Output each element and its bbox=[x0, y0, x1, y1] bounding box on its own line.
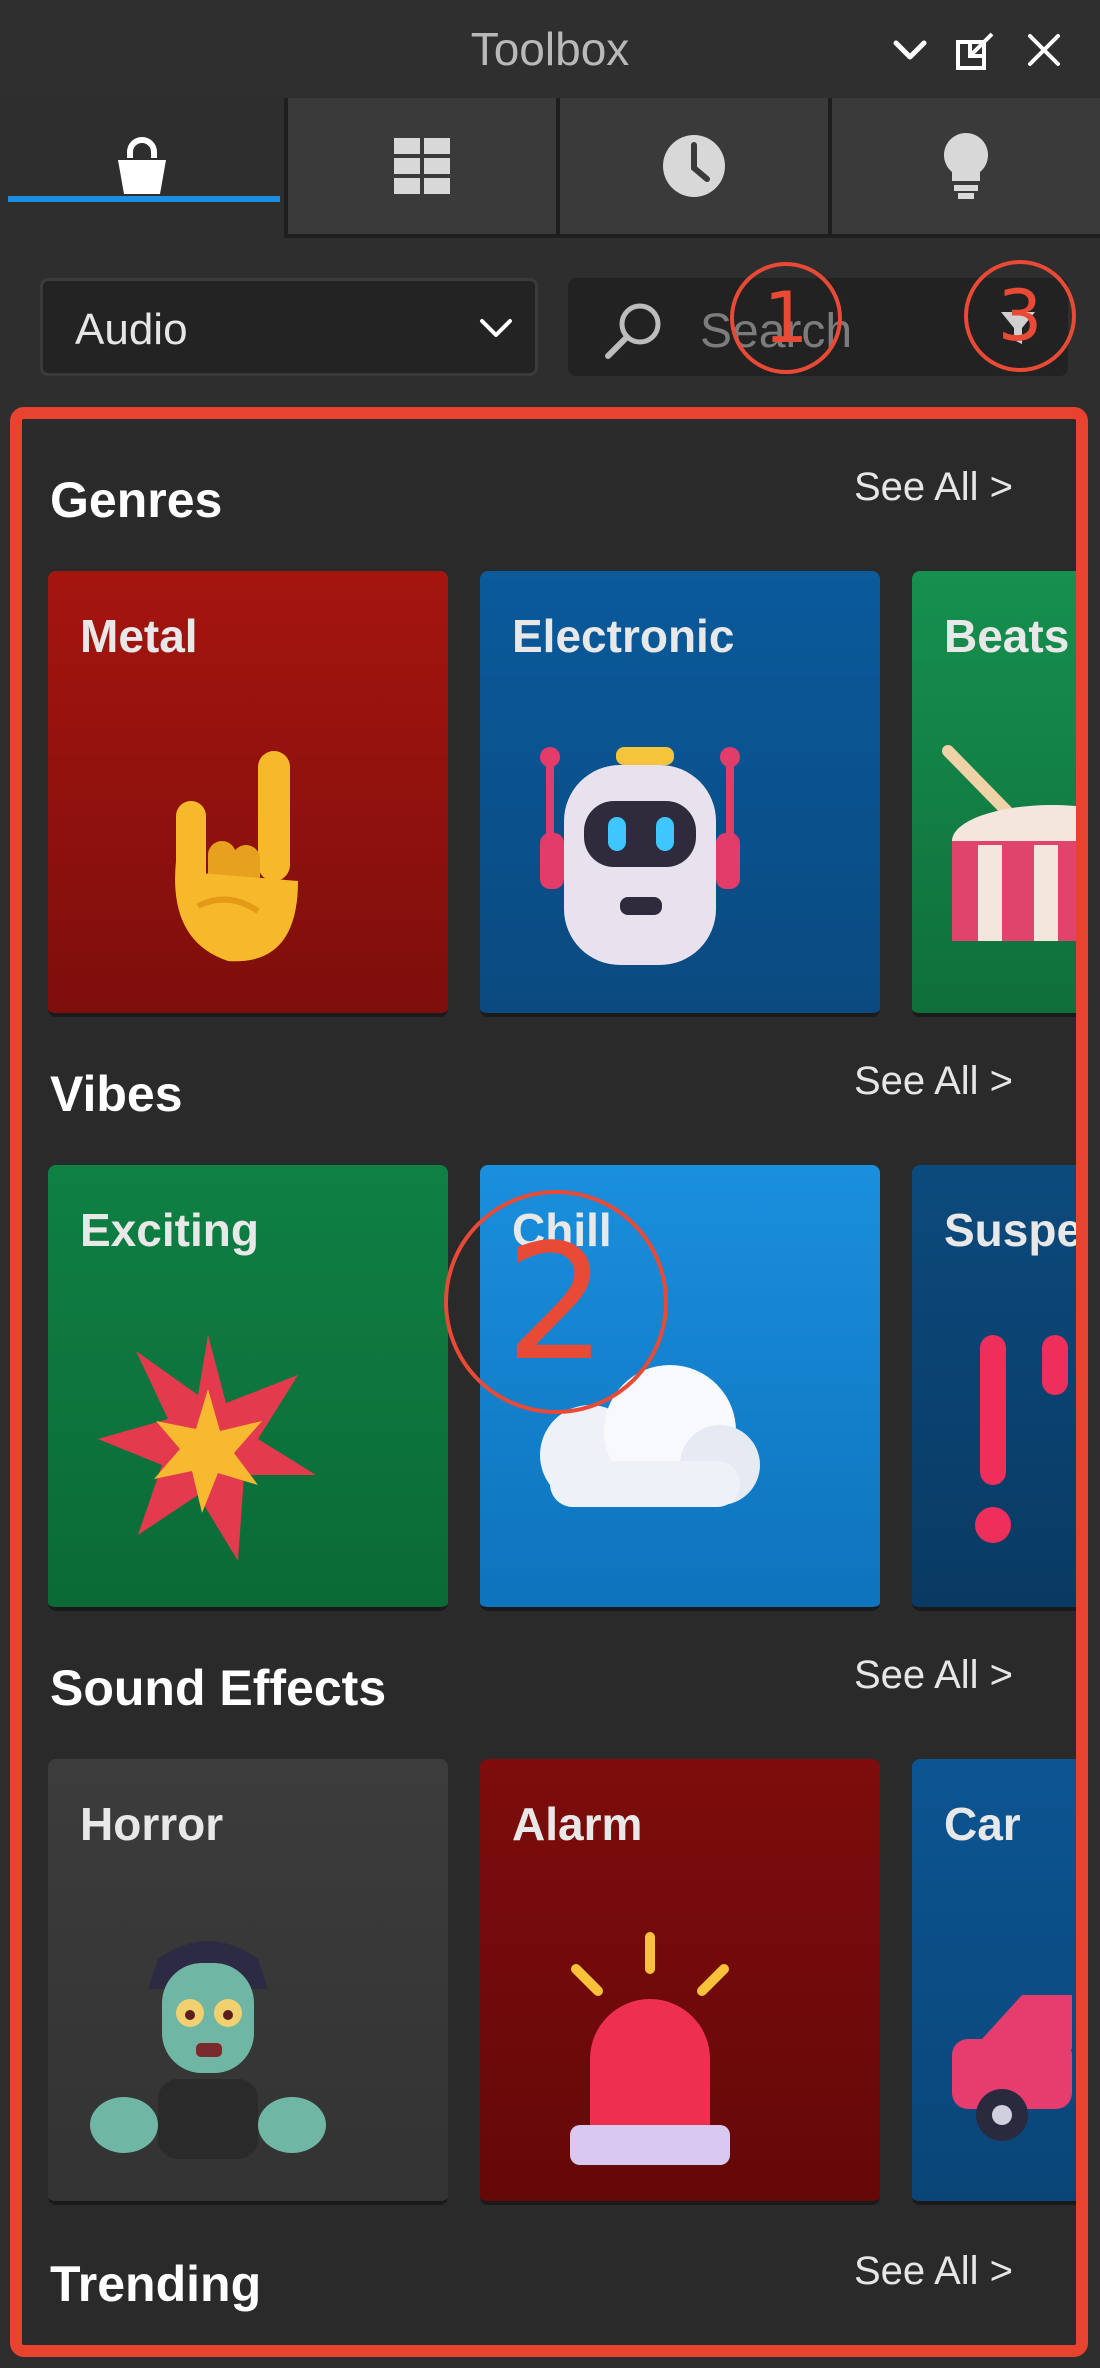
zombie-icon bbox=[90, 1941, 326, 2159]
card-horror[interactable]: Horror bbox=[48, 1759, 448, 2205]
siren-icon bbox=[570, 1932, 730, 2165]
card-electronic[interactable]: Electronic bbox=[480, 571, 880, 1017]
collapse-chevron-icon[interactable] bbox=[888, 28, 932, 72]
card-exciting[interactable]: Exciting bbox=[48, 1165, 448, 1611]
see-all-genres-link[interactable]: See All > bbox=[854, 465, 1013, 510]
see-all-vibes-link[interactable]: See All > bbox=[854, 1059, 1013, 1104]
card-car[interactable]: Car bbox=[912, 1759, 1076, 2205]
card-label: Exciting bbox=[80, 1204, 259, 1256]
drum-icon bbox=[942, 745, 1076, 941]
card-label: Beats bbox=[944, 610, 1070, 662]
active-tab-indicator bbox=[8, 196, 280, 202]
robot-icon bbox=[540, 747, 740, 965]
explosion-icon bbox=[98, 1335, 316, 1561]
see-all-sound-effects-link[interactable]: See All > bbox=[854, 1653, 1013, 1698]
exclamation-icon bbox=[975, 1335, 1068, 1543]
close-icon[interactable] bbox=[1022, 28, 1066, 72]
undock-icon[interactable] bbox=[954, 28, 998, 72]
tab-marketplace[interactable] bbox=[0, 98, 284, 238]
card-label: Car bbox=[944, 1798, 1021, 1850]
card-label: Electronic bbox=[512, 610, 735, 662]
annotation-1: 1 bbox=[730, 262, 842, 374]
search-icon bbox=[605, 303, 661, 359]
tab-inventory[interactable] bbox=[284, 98, 556, 238]
annotation-2: 2 bbox=[444, 1190, 668, 1414]
card-suspense[interactable]: Suspe bbox=[912, 1165, 1076, 1611]
chevron-down-icon bbox=[480, 319, 512, 337]
card-alarm[interactable]: Alarm bbox=[480, 1759, 880, 2205]
category-dropdown[interactable]: Audio bbox=[40, 278, 538, 376]
tab-bar bbox=[0, 98, 1100, 238]
tab-recent[interactable] bbox=[556, 98, 828, 238]
section-title-vibes: Vibes bbox=[50, 1066, 183, 1122]
card-label: Horror bbox=[80, 1798, 224, 1850]
section-title-trending: Trending bbox=[50, 2256, 262, 2312]
card-label: Alarm bbox=[512, 1798, 643, 1850]
section-title-sound-effects: Sound Effects bbox=[50, 1660, 387, 1716]
toolbar: Audio Search bbox=[0, 238, 1100, 398]
card-label: Suspe bbox=[944, 1204, 1076, 1256]
section-title-genres: Genres bbox=[50, 472, 223, 528]
card-metal[interactable]: Metal bbox=[48, 571, 448, 1017]
clock-icon bbox=[663, 135, 725, 197]
card-beats[interactable]: Beats bbox=[912, 571, 1076, 1017]
annotation-3: 3 bbox=[964, 260, 1076, 372]
card-label: Metal bbox=[80, 610, 198, 662]
category-selected: Audio bbox=[75, 305, 188, 354]
lightbulb-icon bbox=[943, 132, 989, 199]
tab-creations[interactable] bbox=[828, 98, 1100, 238]
title-bar: Toolbox bbox=[0, 0, 1100, 100]
shopping-bag-icon bbox=[118, 137, 166, 194]
window-title: Toolbox bbox=[470, 23, 630, 75]
grid-icon bbox=[394, 138, 450, 194]
see-all-trending-link[interactable]: See All > bbox=[854, 2249, 1013, 2294]
car-icon bbox=[952, 1995, 1072, 2141]
rock-hand-icon bbox=[175, 751, 298, 962]
